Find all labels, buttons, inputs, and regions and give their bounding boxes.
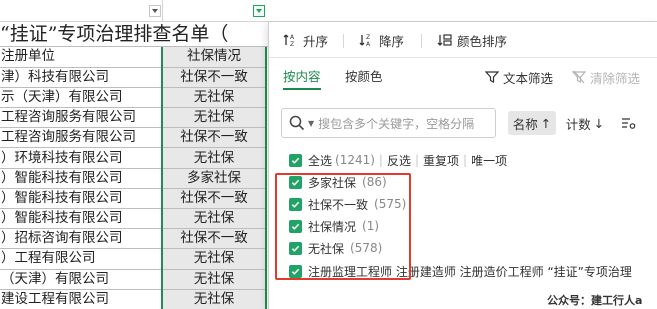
table-row: 示（天津）有限公司 无社保 bbox=[0, 87, 267, 109]
unique-link[interactable]: 唯一项 bbox=[471, 152, 507, 169]
color-sort-icon bbox=[437, 34, 452, 46]
select-all-count: (1241) bbox=[335, 153, 375, 167]
table-row: ）智能科技有限公司 多家社保 bbox=[0, 168, 267, 189]
color-sort-label: 颜色排序 bbox=[457, 33, 508, 49]
cell-social-security[interactable]: 社保不一致 bbox=[161, 67, 267, 88]
clear-filter-button[interactable]: 清除筛选 bbox=[572, 58, 640, 96]
sort-ascending-icon: AZ bbox=[283, 34, 295, 48]
cell-unit[interactable]: ）招标咨询有限公司 bbox=[0, 228, 163, 250]
cell-social-security[interactable]: 多家社保 bbox=[161, 168, 267, 189]
cell-social-security[interactable]: 无社保 bbox=[161, 87, 267, 109]
sort-descending-icon: ZA bbox=[359, 34, 371, 48]
svg-text:A: A bbox=[366, 41, 371, 48]
svg-text:Z: Z bbox=[290, 41, 294, 48]
divider: | bbox=[414, 153, 420, 167]
cell-unit[interactable]: 津）科技有限公司 bbox=[0, 67, 163, 88]
cell-unit[interactable]: ）智能科技有限公司 bbox=[0, 208, 163, 230]
search-icon bbox=[289, 115, 305, 131]
tab-by-color[interactable]: 按颜色 bbox=[345, 58, 383, 96]
table-row: ）环境科技有限公司 无社保 bbox=[0, 147, 267, 169]
svg-text:A: A bbox=[290, 34, 295, 41]
sort-by-count-label: 计数 bbox=[565, 116, 591, 132]
column-header-row bbox=[0, 0, 657, 22]
cell-unit[interactable]: 工程咨询服务有限公司 bbox=[0, 127, 163, 149]
duplicates-link[interactable]: 重复项 bbox=[423, 152, 459, 169]
sort-by-name-label: 名称 bbox=[512, 116, 538, 132]
header-cell-unit[interactable]: 注册单位 bbox=[0, 47, 163, 68]
data-table: 注册单位 社保情况 津）科技有限公司 社保不一致 示（天津）有限公司 无社保 工程咨询服… bbox=[0, 47, 267, 309]
funnel-icon bbox=[485, 71, 499, 83]
color-sort-button[interactable]: 颜色排序 bbox=[437, 22, 507, 58]
select-all-label[interactable]: 全选 bbox=[308, 152, 332, 169]
filter-dropdown-col-b[interactable] bbox=[253, 5, 265, 17]
svg-text:Z: Z bbox=[366, 34, 370, 41]
header-cell-social-security[interactable]: 社保情况 bbox=[161, 47, 267, 68]
toolbar-divider bbox=[343, 34, 344, 48]
cell-unit[interactable]: ）工程有限公司 bbox=[0, 248, 163, 270]
text-filter-button[interactable]: 文本筛选 bbox=[485, 58, 553, 96]
cell-social-security[interactable]: 无社保 bbox=[161, 269, 267, 290]
cell-social-security[interactable]: 无社保 bbox=[161, 107, 267, 129]
search-input[interactable]: ▼ 搜包含多个关键字，空格分隔 bbox=[281, 108, 496, 138]
sort-descending-button[interactable]: ZA 降序 bbox=[359, 22, 404, 58]
list-settings-button[interactable] bbox=[615, 111, 641, 135]
cell-unit[interactable]: 示（天津）有限公司 bbox=[0, 87, 163, 109]
sort-ascending-label: 升序 bbox=[303, 33, 329, 49]
table-header-row: 注册单位 社保情况 bbox=[0, 47, 267, 68]
sort-descending-label: 降序 bbox=[379, 33, 405, 49]
arrow-down-icon: ↓ bbox=[593, 115, 605, 131]
cell-unit[interactable]: ）智能科技有限公司 bbox=[0, 188, 163, 210]
chevron-down-icon[interactable]: ▼ bbox=[308, 119, 314, 128]
column-divider bbox=[162, 0, 163, 22]
cell-unit[interactable]: ）智能科技有限公司 bbox=[0, 168, 163, 189]
list-settings-icon bbox=[622, 118, 636, 129]
select-all-checkbox[interactable] bbox=[289, 153, 302, 167]
cell-social-security[interactable]: 社保不一致 bbox=[161, 127, 267, 149]
quick-select-row: 全选 (1241) | 反选 | 重复项 | 唯一项 bbox=[289, 150, 507, 170]
search-placeholder: 搜包含多个关键字，空格分隔 bbox=[318, 116, 475, 131]
table-row: ）招标咨询有限公司 社保不一致 bbox=[0, 228, 267, 250]
tab-by-content[interactable]: 按内容 bbox=[283, 58, 321, 96]
divider: | bbox=[463, 153, 468, 167]
sort-by-name-button[interactable]: 名称 ↑ bbox=[508, 111, 556, 135]
dropdown-arrow-icon bbox=[256, 9, 262, 13]
text-filter-label: 文本筛选 bbox=[503, 70, 554, 86]
cell-social-security[interactable]: 社保不一致 bbox=[161, 188, 267, 210]
cell-unit[interactable]: （天津）有限公司 bbox=[0, 269, 163, 290]
table-row: 建设工程有限公司 无社保 bbox=[0, 289, 267, 309]
cell-social-security[interactable]: 无社保 bbox=[161, 147, 267, 169]
cell-unit[interactable]: ）环境科技有限公司 bbox=[0, 147, 163, 169]
cell-social-security[interactable]: 无社保 bbox=[161, 208, 267, 230]
cell-social-security[interactable]: 无社保 bbox=[161, 248, 267, 270]
toolbar-divider bbox=[421, 34, 422, 48]
sheet-title: “挂证”专项治理排查名单（ bbox=[0, 23, 229, 45]
table-row: （天津）有限公司 无社保 bbox=[0, 269, 267, 290]
dropdown-arrow-icon bbox=[152, 9, 158, 13]
table-row: 津）科技有限公司 社保不一致 bbox=[0, 67, 267, 88]
filter-popup: AZ 升序 ZA 降序 颜色排序 按内容 按颜色 文本筛选 清除筛选 ▼ 搜包含… bbox=[268, 22, 657, 309]
highlight-annotation-box bbox=[275, 173, 411, 280]
table-row: ）智能科技有限公司 无社保 bbox=[0, 208, 267, 230]
invert-selection-link[interactable]: 反选 bbox=[387, 152, 411, 169]
cell-unit[interactable]: 工程咨询服务有限公司 bbox=[0, 107, 163, 129]
table-row: 工程咨询服务有限公司 社保不一致 bbox=[0, 127, 267, 149]
search-row: ▼ 搜包含多个关键字，空格分隔 名称 ↑ 计数 ↓ bbox=[281, 108, 645, 138]
sort-ascending-button[interactable]: AZ 升序 bbox=[283, 22, 328, 58]
arrow-up-icon: ↑ bbox=[540, 115, 552, 131]
cell-social-security[interactable]: 社保不一致 bbox=[161, 228, 267, 250]
table-row: 工程咨询服务有限公司 无社保 bbox=[0, 107, 267, 129]
check-icon bbox=[291, 157, 300, 164]
sort-toolbar: AZ 升序 ZA 降序 颜色排序 bbox=[269, 22, 657, 58]
sort-by-count-button[interactable]: 计数 ↓ bbox=[562, 111, 608, 135]
watermark: 公众号：建工行人a bbox=[547, 294, 643, 307]
table-row: ）工程有限公司 无社保 bbox=[0, 248, 267, 270]
clear-filter-label: 清除筛选 bbox=[590, 70, 641, 86]
filter-dropdown-col-a[interactable] bbox=[149, 5, 161, 17]
divider: | bbox=[378, 153, 383, 167]
cell-social-security[interactable]: 无社保 bbox=[161, 289, 267, 309]
clear-funnel-icon bbox=[572, 70, 586, 84]
cell-unit[interactable]: 建设工程有限公司 bbox=[0, 289, 163, 309]
filter-tabs: 按内容 按颜色 文本筛选 清除筛选 bbox=[269, 58, 657, 96]
table-row: ）智能科技有限公司 社保不一致 bbox=[0, 188, 267, 210]
